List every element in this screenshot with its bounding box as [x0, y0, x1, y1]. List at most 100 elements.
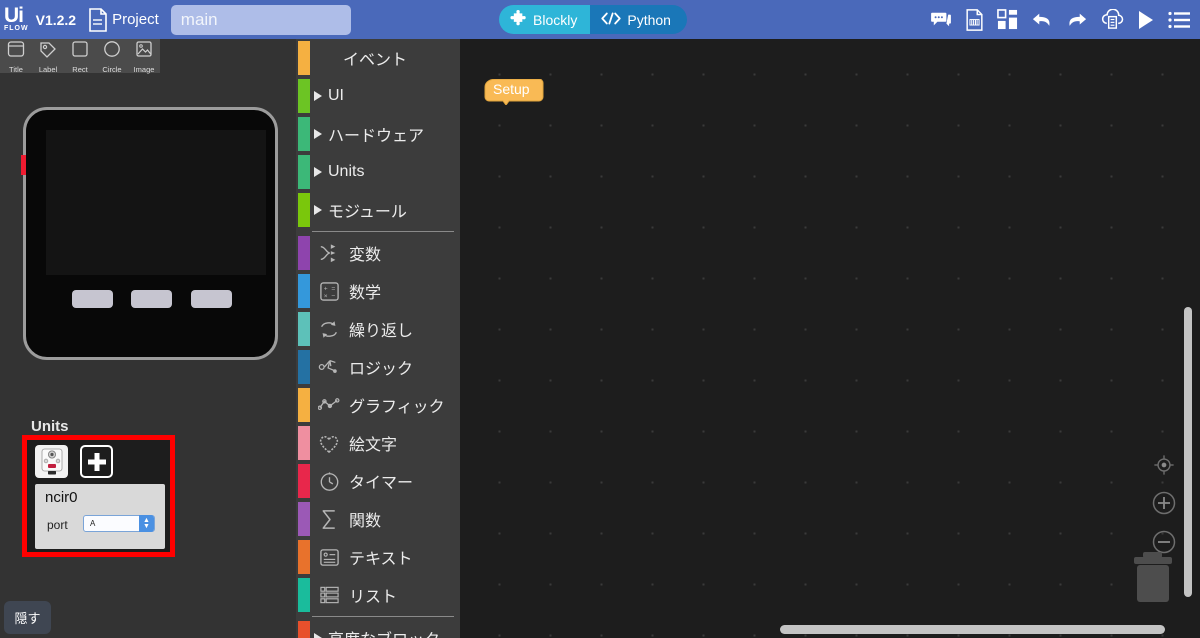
unit-port-label: port: [47, 518, 68, 532]
device-button-b[interactable]: [131, 290, 172, 308]
ui-tool-label[interactable]: Label: [32, 39, 64, 74]
category-color-bar: [298, 193, 310, 227]
category-label: テキスト: [349, 551, 413, 568]
category-label: モジュール: [328, 204, 407, 221]
chat-icon[interactable]: [930, 11, 952, 29]
undo-icon[interactable]: [1031, 10, 1053, 30]
device-button-c[interactable]: [191, 290, 232, 308]
toolbox-category-3[interactable]: ハードウェア: [296, 115, 460, 153]
trash-can-icon[interactable]: [1132, 551, 1174, 608]
project-name-input[interactable]: [170, 4, 351, 35]
label-tag-icon: [38, 40, 58, 64]
svg-text:+: +: [323, 285, 327, 292]
toolbox-category-16[interactable]: 高度なブロック: [296, 619, 460, 638]
category-color-bar: [298, 155, 310, 189]
toolbox-category-8[interactable]: 繰り返し: [296, 310, 460, 348]
ncir-unit-icon[interactable]: [35, 445, 68, 478]
setup-block[interactable]: Setup: [481, 78, 544, 106]
category-color-bar: [298, 274, 310, 308]
vertical-scrollbar[interactable]: [1184, 307, 1192, 597]
top-bar: Ui FLOW V1.2.2 Project Blockly: [0, 0, 1200, 39]
ui-tool-circle[interactable]: Circle: [96, 39, 128, 74]
category-color-bar: [298, 502, 310, 536]
toolbox-category-2[interactable]: UI: [296, 77, 460, 115]
add-unit-button[interactable]: [80, 445, 113, 478]
category-color-bar: [298, 236, 310, 270]
toolbox-category-7[interactable]: + = × − 数学: [296, 272, 460, 310]
category-color-bar: [298, 621, 310, 638]
category-label: イベント: [343, 52, 408, 69]
category-color-bar: [298, 426, 310, 460]
tab-python-label: Python: [627, 11, 671, 28]
units-section-title: Units: [31, 418, 69, 435]
device-button-a[interactable]: [72, 290, 113, 308]
zoom-in-button[interactable]: [1152, 491, 1176, 520]
unit-port-select[interactable]: A ▲ ▼: [83, 515, 155, 532]
tab-blockly-label: Blockly: [533, 11, 578, 28]
redo-icon[interactable]: [1066, 10, 1088, 30]
toolbox-category-6[interactable]: 変数: [296, 234, 460, 272]
category-color-bar: [298, 388, 310, 422]
ui-tool-title[interactable]: Title: [0, 39, 32, 74]
text-card-icon: [318, 546, 340, 568]
category-label: 数学: [349, 285, 382, 302]
category-label: 関数: [349, 513, 382, 530]
unit-name: ncir0: [45, 489, 78, 506]
blockly-toolbox[interactable]: イベント UI ハードウェア Units モジュール 変数 + = × − 数学 繰り返し ロジック グラ…: [296, 39, 460, 638]
logo-subtext: FLOW: [4, 25, 29, 33]
device-screen[interactable]: [46, 130, 266, 275]
svg-text:−: −: [331, 293, 335, 300]
loop-icon: [318, 318, 340, 340]
title-icon: [6, 40, 26, 64]
ui-tool-image[interactable]: Image: [128, 39, 160, 74]
horizontal-scrollbar[interactable]: [780, 625, 1165, 634]
chevron-updown-icon: ▲ ▼: [139, 515, 154, 532]
toolbox-category-11[interactable]: 絵文字: [296, 424, 460, 462]
uiflow-logo[interactable]: Ui FLOW: [4, 5, 29, 33]
cloud-upload-icon[interactable]: [1101, 9, 1124, 30]
project-label: Project: [112, 11, 159, 28]
category-label: 絵文字: [349, 437, 398, 454]
logic-icon: [318, 356, 340, 378]
toolbox-category-9[interactable]: ロジック: [296, 348, 460, 386]
ui-tool-title-label: Title: [9, 65, 23, 74]
toolbox-category-15[interactable]: リスト: [296, 576, 460, 614]
hamburger-menu-icon[interactable]: [1168, 11, 1190, 29]
workspace-controls: [1152, 454, 1176, 559]
toolbox-category-14[interactable]: テキスト: [296, 538, 460, 576]
timer-clock-icon: [318, 470, 340, 492]
puzzle-icon: [510, 9, 527, 30]
category-color-bar: [298, 117, 310, 151]
play-icon[interactable]: [1137, 10, 1155, 30]
hide-panel-button[interactable]: 隠す: [4, 601, 51, 634]
tab-python[interactable]: Python: [590, 5, 687, 34]
math-icon: + = × −: [318, 280, 340, 302]
category-color-bar: [298, 312, 310, 346]
chevron-right-icon: [314, 633, 322, 638]
ui-tool-circle-label: Circle: [102, 65, 122, 74]
category-color-bar: [298, 578, 310, 612]
file-barcode-icon[interactable]: [965, 8, 984, 31]
blockly-workspace[interactable]: Setup: [460, 39, 1200, 638]
toolbox-category-13[interactable]: 関数: [296, 500, 460, 538]
category-label: 高度なブロック: [328, 626, 440, 638]
left-panel: Title Label Rect Circle Image Units ncir…: [0, 39, 296, 638]
units-panel: ncir0 port A ▲ ▼: [22, 435, 175, 557]
toolbox-category-1[interactable]: イベント: [296, 39, 460, 77]
toolbox-category-10[interactable]: グラフィック: [296, 386, 460, 424]
category-label: リスト: [349, 589, 398, 606]
toolbox-category-5[interactable]: モジュール: [296, 191, 460, 229]
center-workspace-button[interactable]: [1153, 454, 1175, 481]
toolbox-category-12[interactable]: タイマー: [296, 462, 460, 500]
tab-blockly[interactable]: Blockly: [499, 5, 591, 34]
ui-widget-toolbar: Title Label Rect Circle Image: [0, 39, 160, 74]
chevron-right-icon: [314, 91, 322, 101]
device-led-strip: [21, 155, 26, 175]
ui-tool-rect[interactable]: Rect: [64, 39, 96, 74]
device-preview[interactable]: [21, 107, 278, 360]
category-label: ロジック: [349, 361, 414, 378]
layout-blocks-icon[interactable]: [997, 9, 1018, 30]
svg-text:=: =: [331, 285, 335, 292]
variable-icon: [318, 242, 340, 264]
toolbox-category-4[interactable]: Units: [296, 153, 460, 191]
